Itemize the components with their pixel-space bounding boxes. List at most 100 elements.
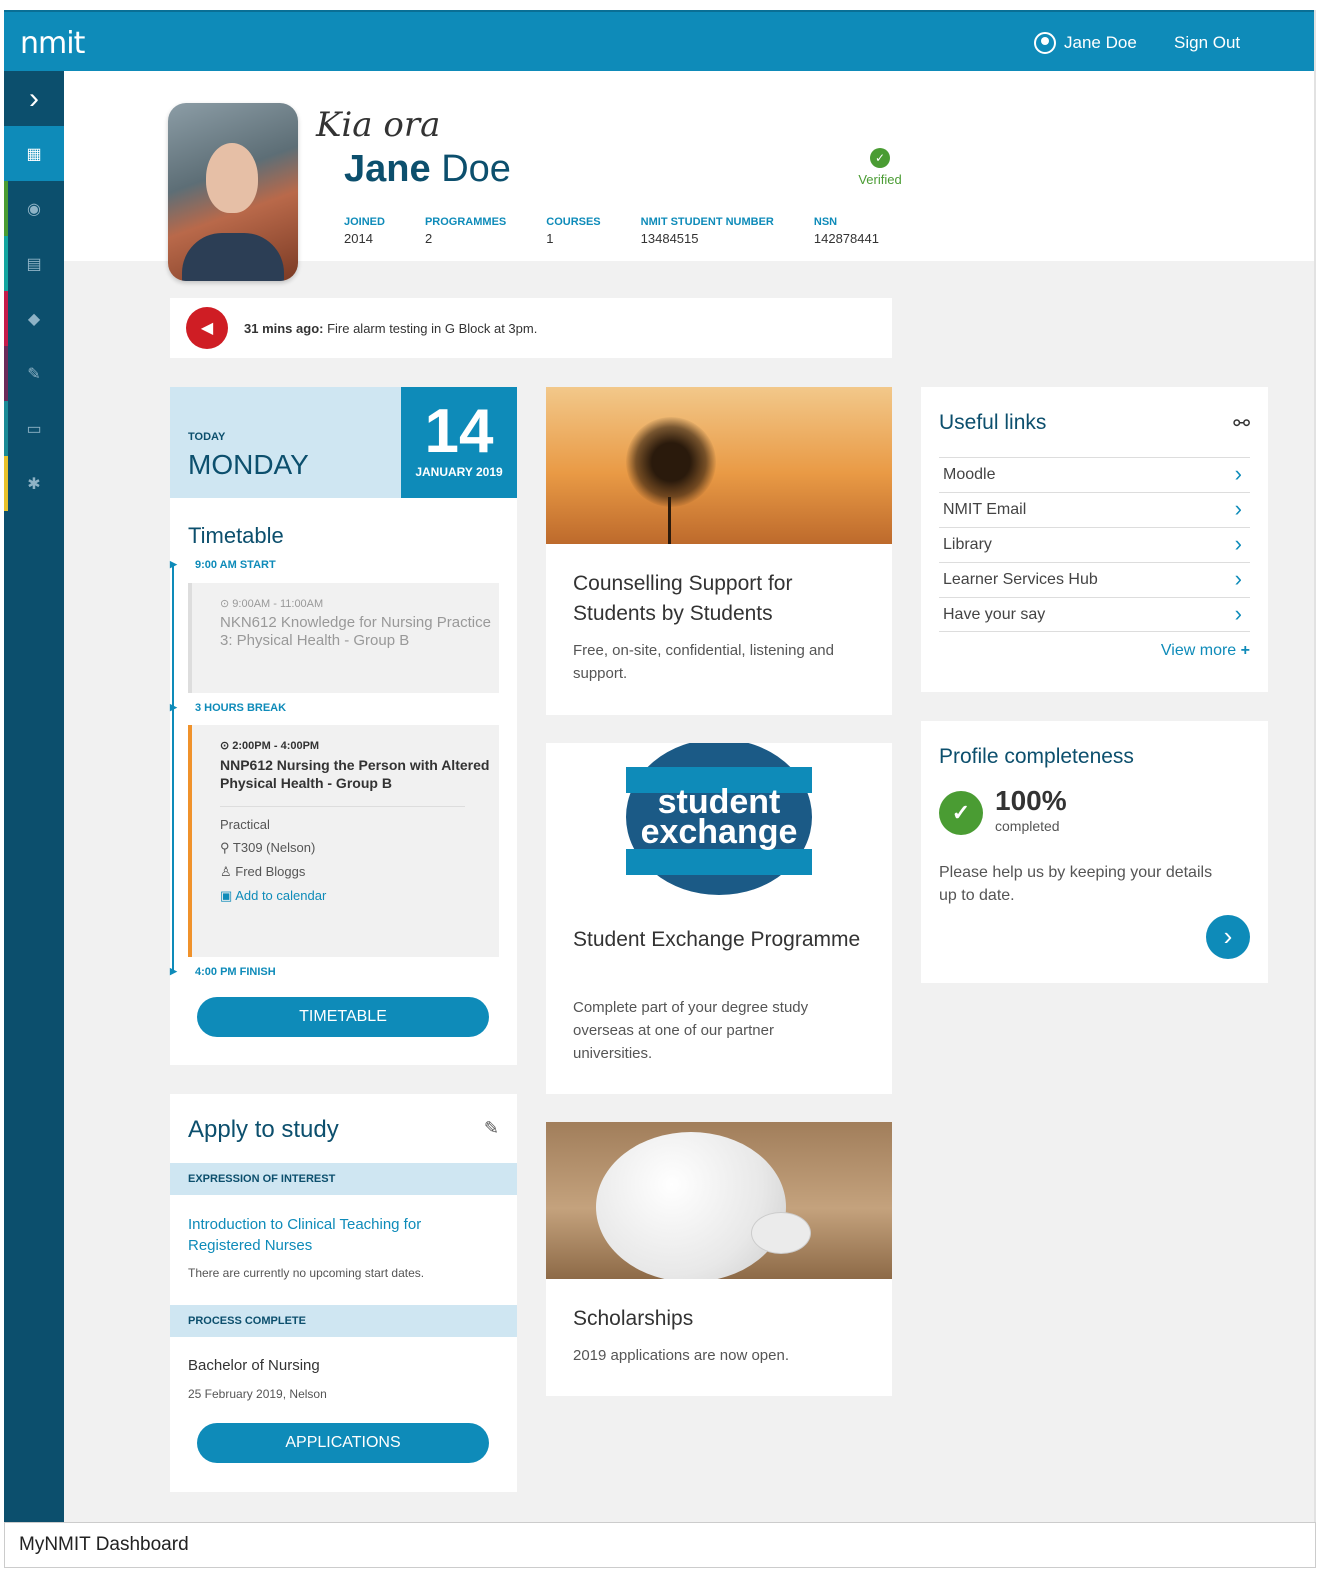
- link-nmit-email[interactable]: NMIT Email: [939, 492, 1250, 527]
- feature-card-exchange[interactable]: student exchange Student Exchange Progra…: [546, 743, 892, 1094]
- card-icon: ▭: [26, 420, 42, 438]
- graduation-cap-icon: ◆: [27, 310, 41, 328]
- view-more-link[interactable]: View more +: [1161, 642, 1250, 660]
- link-chain-icon: ⚯: [1233, 413, 1250, 435]
- class-slot-current[interactable]: ⊙ 2:00PM - 4:00PM NNP612 Nursing the Per…: [188, 725, 499, 957]
- stat-nsn: NSN 142878441: [813, 216, 879, 246]
- app-window: nmit Jane Doe Sign Out › ▦ ◉ ▤ ◆ ✎ ▭ ✱ K…: [4, 10, 1316, 1537]
- sidebar-item-settings[interactable]: ✱: [4, 456, 64, 511]
- stat-joined: JOINED 2014: [344, 216, 385, 246]
- date-box: 14 JANUARY 2019: [401, 387, 517, 498]
- user-menu[interactable]: Jane Doe: [1034, 32, 1137, 54]
- sidebar-item-dashboard[interactable]: ▦: [4, 126, 64, 181]
- edit-icon[interactable]: ✎: [484, 1118, 499, 1139]
- sidebar-item-courses[interactable]: ◆: [4, 291, 64, 346]
- slot-time: ⊙ 2:00PM - 4:00PM: [220, 740, 320, 752]
- check-icon: ✓: [939, 791, 983, 835]
- feature-title: Student Exchange Programme: [573, 928, 861, 951]
- sidebar-expand-button[interactable]: ›: [4, 71, 64, 126]
- link-moodle[interactable]: Moodle: [939, 457, 1250, 492]
- apply-title: Apply to study: [188, 1116, 339, 1143]
- slot-room: ⚲ T309 (Nelson): [220, 840, 316, 855]
- location-pin-icon: ⚲: [220, 840, 230, 855]
- applications-button[interactable]: APPLICATIONS: [197, 1423, 489, 1463]
- notification-banner[interactable]: ◀ 31 mins ago: Fire alarm testing in G B…: [170, 298, 892, 358]
- useful-links-list: Moodle NMIT Email Library Learner Servic…: [939, 457, 1250, 632]
- user-icon: [1034, 32, 1056, 54]
- programme-date: 25 February 2019, Nelson: [188, 1387, 327, 1401]
- top-bar: nmit Jane Doe Sign Out: [4, 10, 1314, 71]
- settings-icon: ✱: [27, 475, 41, 493]
- completeness-title: Profile completeness: [939, 745, 1134, 768]
- feature-text: Complete part of your degree study overs…: [573, 999, 809, 1062]
- stat-student-number: NMIT STUDENT NUMBER 13484515: [640, 216, 774, 246]
- sidebar-item-calendar[interactable]: ▤: [4, 236, 64, 291]
- link-library[interactable]: Library: [939, 527, 1250, 562]
- user-name: Jane Doe: [1064, 33, 1137, 52]
- programme-name: Bachelor of Nursing: [188, 1357, 320, 1374]
- timetable-button[interactable]: TIMETABLE: [197, 997, 489, 1037]
- section-expression-of-interest: EXPRESSION OF INTEREST: [170, 1163, 517, 1195]
- class-slot-past[interactable]: ⊙ 9:00AM - 11:00AM NKN612 Knowledge for …: [188, 583, 499, 693]
- verified-badge: ✓ Verified: [850, 148, 910, 187]
- piggy-bank-image: [546, 1122, 892, 1279]
- slot-course: NKN612 Knowledge for Nursing Practice 3:…: [220, 614, 491, 649]
- section-process-complete: PROCESS COMPLETE: [170, 1305, 517, 1337]
- student-name: Jane Doe: [344, 148, 511, 190]
- add-to-calendar-link[interactable]: ▣ Add to calendar: [220, 888, 499, 904]
- completeness-percent: 100%: [995, 785, 1067, 816]
- notification-time: 31 mins ago:: [244, 320, 324, 336]
- sidebar-item-apply[interactable]: ✎: [4, 346, 64, 401]
- feature-title: Scholarships: [573, 1307, 694, 1330]
- calendar-plus-icon: ▣: [220, 888, 233, 903]
- feature-card-scholarships[interactable]: Scholarships 2019 applications are now o…: [546, 1122, 892, 1396]
- person-icon: ♙: [220, 864, 232, 879]
- window-caption: MyNMIT Dashboard: [4, 1522, 1316, 1568]
- link-learner-services-hub[interactable]: Learner Services Hub: [939, 562, 1250, 597]
- useful-links-card: Useful links ⚯ Moodle NMIT Email Library…: [921, 387, 1268, 692]
- dashboard-grid-icon: ▦: [26, 145, 42, 163]
- sidebar-item-profile[interactable]: ◉: [4, 181, 64, 236]
- finish-marker: 4:00 PM FINISH: [170, 966, 276, 978]
- nmit-logo[interactable]: nmit: [20, 26, 85, 61]
- date-number: 14: [424, 397, 494, 466]
- timeline: [172, 565, 174, 971]
- slot-time: ⊙ 9:00AM - 11:00AM: [220, 598, 324, 610]
- timetable-title: Timetable: [188, 523, 284, 548]
- slot-tutor: ♙ Fred Bloggs: [220, 864, 306, 879]
- notification-text: Fire alarm testing in G Block at 3pm.: [323, 320, 538, 336]
- sidebar-item-payments[interactable]: ▭: [4, 401, 64, 456]
- chevron-right-icon: ›: [29, 81, 39, 115]
- start-date-note: There are currently no upcoming start da…: [188, 1266, 425, 1280]
- sidebar: › ▦ ◉ ▤ ◆ ✎ ▭ ✱: [4, 71, 64, 1537]
- feature-title: Counselling Support for Students by Stud…: [573, 572, 793, 625]
- slot-type: Practical: [220, 817, 270, 832]
- useful-links-title: Useful links: [939, 411, 1047, 434]
- today-label: TODAY: [188, 431, 226, 443]
- completeness-text: Please help us by keeping your details u…: [939, 864, 1213, 904]
- profile-stats: JOINED 2014 PROGRAMMES 2 COURSES 1 NMIT STU…: [344, 216, 919, 246]
- dandelion-image: [546, 387, 892, 544]
- greeting: Kia ora: [316, 105, 441, 145]
- plus-icon: +: [1240, 642, 1250, 659]
- today-card: TODAY MONDAY 14 JANUARY 2019 Timetable 9…: [170, 387, 517, 1065]
- programme-link[interactable]: Introduction to Clinical Teaching for Re…: [188, 1214, 488, 1256]
- completeness-label: completed: [995, 818, 1060, 834]
- feature-card-counselling[interactable]: Counselling Support for Students by Stud…: [546, 387, 892, 715]
- apply-card: Apply to study ✎ EXPRESSION OF INTEREST …: [170, 1094, 517, 1492]
- sign-out-link[interactable]: Sign Out: [1174, 33, 1240, 53]
- profile-completeness-card: Profile completeness ✓ 100% completed Pl…: [921, 721, 1268, 983]
- today-day: MONDAY: [188, 449, 309, 480]
- edit-icon: ✎: [27, 365, 41, 383]
- start-marker: 9:00 AM START: [170, 559, 276, 571]
- feature-text: Free, on-site, confidential, listening a…: [573, 642, 834, 682]
- student-exchange-logo: student exchange: [546, 743, 892, 900]
- megaphone-icon: ◀: [186, 307, 228, 349]
- avatar: [168, 103, 298, 281]
- chevron-right-icon[interactable]: ›: [1206, 915, 1250, 959]
- date-month: JANUARY 2019: [415, 465, 503, 479]
- profile-icon: ◉: [27, 200, 41, 218]
- stat-programmes: PROGRAMMES 2: [424, 216, 507, 246]
- slot-course: NNP612 Nursing the Person with Altered P…: [220, 757, 490, 791]
- link-have-your-say[interactable]: Have your say: [939, 597, 1250, 632]
